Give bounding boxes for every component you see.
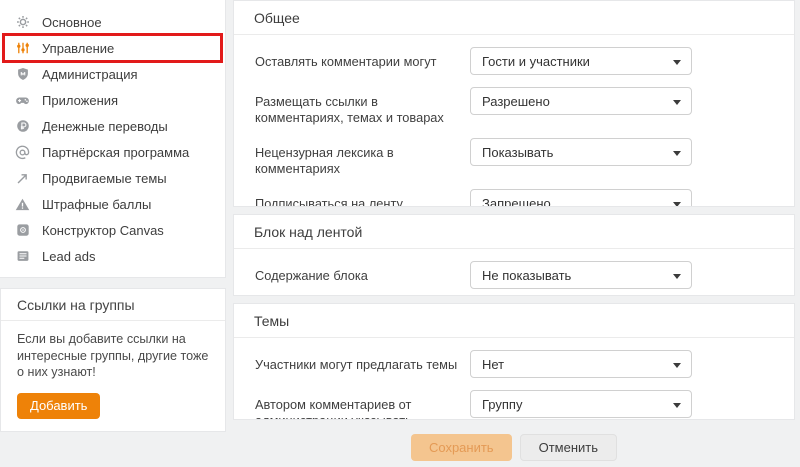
setting-row: Автором комментариев от администрации ук… [254,390,774,420]
setting-row: Участники могут предлагать темы Нет [254,350,774,378]
shield-icon [14,66,31,82]
sidebar-item-main[interactable]: Основное [0,9,225,35]
setting-label: Подписываться на ленту анонимно?new [254,189,466,207]
settings-panel: Общее Оставлять комментарии могут Гости … [233,0,795,461]
sidebar-item-label: Штрафные баллы [42,197,151,212]
setting-label: Размещать ссылки в комментариях, темах и… [254,87,466,126]
select-value: Не показывать [482,268,571,283]
chevron-down-icon [673,151,681,156]
sidebar-item-management[interactable]: Управление [0,35,225,61]
select-links-allowed[interactable]: Разрешено [470,87,692,115]
gamepad-icon [14,92,31,108]
sidebar-item-apps[interactable]: Приложения [0,87,225,113]
chevron-down-icon [673,202,681,207]
group-links-title: Ссылки на группы [1,289,225,321]
select-profanity[interactable]: Показывать [470,138,692,166]
setting-row: Оставлять комментарии могут Гости и учас… [254,47,774,75]
select-comments-who[interactable]: Гости и участники [470,47,692,75]
select-value: Гости и участники [482,54,590,69]
chevron-down-icon [673,403,681,408]
add-link-button[interactable]: Добавить [17,393,100,419]
chevron-down-icon [673,60,681,65]
section-feed-block: Блок над лентой Содержание блока Не пока… [233,214,795,296]
group-settings-page: Основное Управление Администрация П [0,0,800,467]
section-title: Блок над лентой [234,215,794,249]
section-title: Темы [234,304,794,338]
sidebar-item-administration[interactable]: Администрация [0,61,225,87]
trending-up-icon [14,170,31,186]
section-title: Общее [234,1,794,35]
setting-row: Содержание блока Не показывать [254,261,774,289]
ruble-icon [14,118,31,134]
sidebar-item-penalty-points[interactable]: Штрафные баллы [0,191,225,217]
select-value: Группу [482,397,522,412]
select-value: Нет [482,357,504,372]
cancel-button[interactable]: Отменить [520,434,617,461]
select-comment-author[interactable]: Группу [470,390,692,418]
setting-row: Размещать ссылки в комментариях, темах и… [254,87,774,126]
section-topics: Темы Участники могут предлагать темы Нет… [233,303,795,420]
setting-label: Автором комментариев от администрации ук… [254,390,466,420]
canvas-icon [14,222,31,238]
sidebar-item-label: Lead ads [42,249,96,264]
chevron-down-icon [673,363,681,368]
form-footer: Сохранить Отменить [233,434,795,461]
sidebar-item-label: Администрация [42,67,138,82]
group-links-card: Ссылки на группы Если вы добавите ссылки… [0,288,226,432]
sidebar-item-canvas-builder[interactable]: Конструктор Canvas [0,217,225,243]
sidebar-item-money-transfers[interactable]: Денежные переводы [0,113,225,139]
sidebar-item-label: Управление [42,41,114,56]
warning-icon [14,196,31,212]
sidebar-item-promoted-topics[interactable]: Продвигаемые темы [0,165,225,191]
sidebar-item-label: Партнёрская программа [42,145,189,160]
setting-label: Нецензурная лексика в комментариях [254,138,466,177]
select-value: Показывать [482,145,553,160]
sidebar-item-label: Денежные переводы [42,119,168,134]
select-anonymous-subscribe[interactable]: Запрещено [470,189,692,207]
sliders-icon [14,40,31,56]
select-suggest-topics[interactable]: Нет [470,350,692,378]
setting-label: Оставлять комментарии могут [254,47,466,70]
setting-row: Нецензурная лексика в комментариях Показ… [254,138,774,177]
sidebar-item-partner-program[interactable]: Партнёрская программа [0,139,225,165]
setting-label: Содержание блока [254,261,466,284]
sidebar: Основное Управление Администрация П [0,0,226,432]
sidebar-item-label: Продвигаемые темы [42,171,167,186]
sidebar-item-label: Основное [42,15,102,30]
chevron-down-icon [673,100,681,105]
group-links-description: Если вы добавите ссылки на интересные гр… [17,331,209,381]
sidebar-item-lead-ads[interactable]: Lead ads [0,243,225,269]
at-icon [14,144,31,160]
gear-icon [14,14,31,30]
select-value: Запрещено [482,196,551,208]
section-general: Общее Оставлять комментарии могут Гости … [233,0,795,207]
sidebar-item-label: Конструктор Canvas [42,223,164,238]
setting-row: Подписываться на ленту анонимно?new Запр… [254,189,774,207]
save-button[interactable]: Сохранить [411,434,512,461]
chevron-down-icon [673,274,681,279]
setting-label: Участники могут предлагать темы [254,350,466,373]
select-block-content[interactable]: Не показывать [470,261,692,289]
sidebar-item-label: Приложения [42,93,118,108]
select-value: Разрешено [482,94,550,109]
sidebar-menu-card: Основное Управление Администрация П [0,0,226,278]
list-icon [14,248,31,264]
